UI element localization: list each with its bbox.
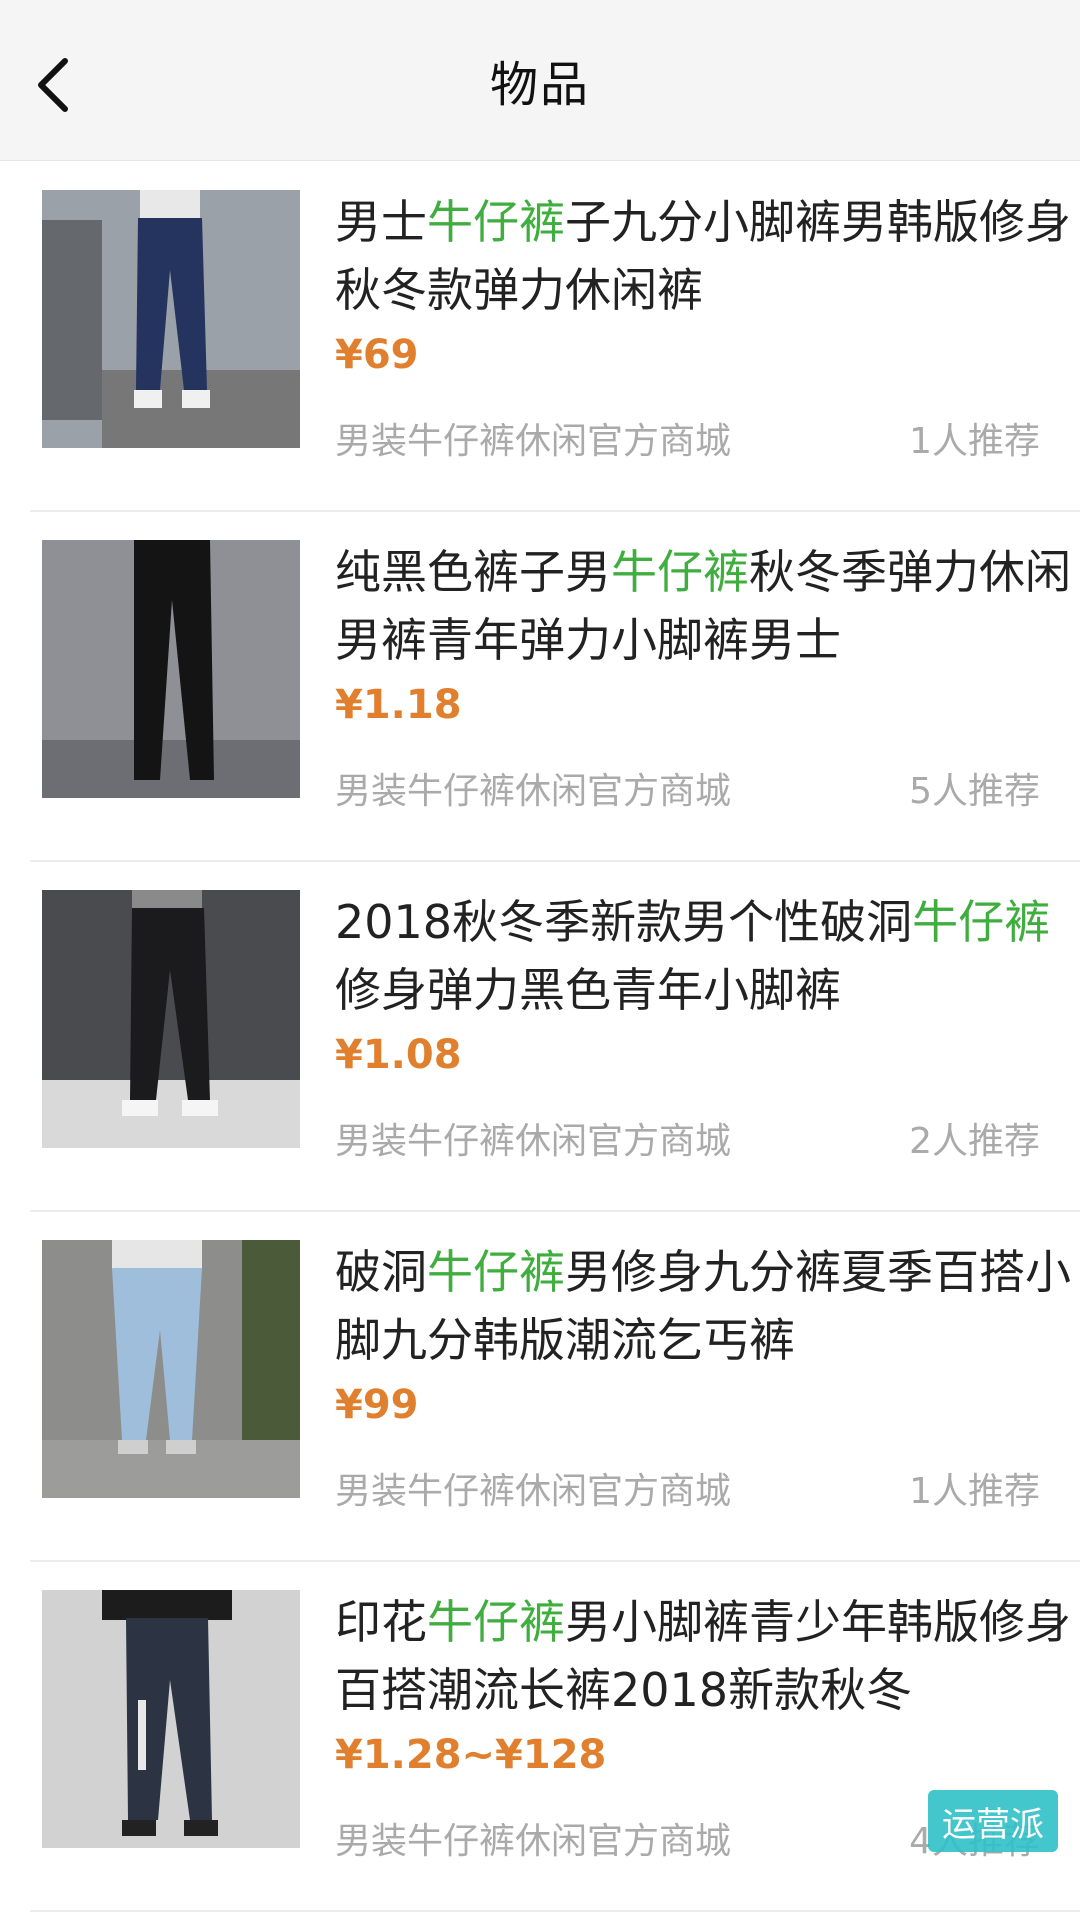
shop-name[interactable]: 男装牛仔裤休闲官方商城 (335, 762, 731, 814)
page-title: 物品 (489, 57, 590, 113)
recommend-count: 1人推荐 (909, 421, 1040, 462)
product-image[interactable] (42, 1590, 300, 1848)
top-nav-bar: 物品 (0, 0, 1080, 161)
list-item[interactable]: 男士牛仔裤子九分小脚裤男韩版修身秋冬款弹力休闲裤 ¥69 男装牛仔裤休闲官方商城… (30, 162, 1080, 512)
keyword-highlight: 牛仔裤 (427, 195, 565, 249)
product-price: ¥1.28~¥128 (335, 1732, 607, 1778)
list-item[interactable]: 破洞牛仔裤男修身九分裤夏季百搭小脚九分韩版潮流乞丐裤 ¥99 男装牛仔裤休闲官方… (30, 1212, 1080, 1562)
shop-name[interactable]: 男装牛仔裤休闲官方商城 (335, 1462, 731, 1514)
shop-name[interactable]: 男装牛仔裤休闲官方商城 (335, 1812, 731, 1864)
product-title[interactable]: 印花牛仔裤男小脚裤青少年韩版修身百搭潮流长裤2018新款秋冬 (335, 1588, 1075, 1724)
product-image[interactable] (42, 540, 300, 798)
product-image[interactable] (42, 890, 300, 1148)
recommend-count: 5人推荐 (909, 771, 1040, 812)
watermark-logo: 运营派 (928, 1790, 1058, 1852)
product-price: ¥1.18 (335, 682, 462, 728)
recommend-count: 1人推荐 (909, 1471, 1040, 1512)
product-price: ¥99 (335, 1382, 419, 1428)
product-title[interactable]: 2018秋冬季新款男个性破洞牛仔裤修身弹力黑色青年小脚裤 (335, 888, 1075, 1024)
product-title[interactable]: 纯黑色裤子男牛仔裤秋冬季弹力休闲男裤青年弹力小脚裤男士 (335, 538, 1075, 674)
keyword-highlight: 牛仔裤 (427, 1245, 565, 1299)
list-item[interactable]: 印花牛仔裤男小脚裤青少年韩版修身百搭潮流长裤2018新款秋冬 ¥1.28~¥12… (30, 1562, 1080, 1912)
product-image[interactable] (42, 190, 300, 448)
product-image[interactable] (42, 1240, 300, 1498)
list-item[interactable]: 纯黑色裤子男牛仔裤秋冬季弹力休闲男裤青年弹力小脚裤男士 ¥1.18 男装牛仔裤休… (30, 512, 1080, 862)
recommend-count: 2人推荐 (909, 1121, 1040, 1162)
list-item[interactable]: 2018秋冬季新款男个性破洞牛仔裤修身弹力黑色青年小脚裤 ¥1.08 男装牛仔裤… (30, 862, 1080, 1212)
keyword-highlight: 牛仔裤 (912, 895, 1051, 949)
product-list: 男士牛仔裤子九分小脚裤男韩版修身秋冬款弹力休闲裤 ¥69 男装牛仔裤休闲官方商城… (0, 162, 1080, 1912)
product-title[interactable]: 破洞牛仔裤男修身九分裤夏季百搭小脚九分韩版潮流乞丐裤 (335, 1238, 1075, 1374)
product-title[interactable]: 男士牛仔裤子九分小脚裤男韩版修身秋冬款弹力休闲裤 (335, 188, 1075, 324)
product-price: ¥69 (335, 332, 419, 378)
keyword-highlight: 牛仔裤 (611, 545, 749, 599)
product-price: ¥1.08 (335, 1032, 462, 1078)
keyword-highlight: 牛仔裤 (427, 1595, 565, 1649)
shop-name[interactable]: 男装牛仔裤休闲官方商城 (335, 412, 731, 464)
shop-name[interactable]: 男装牛仔裤休闲官方商城 (335, 1112, 731, 1164)
